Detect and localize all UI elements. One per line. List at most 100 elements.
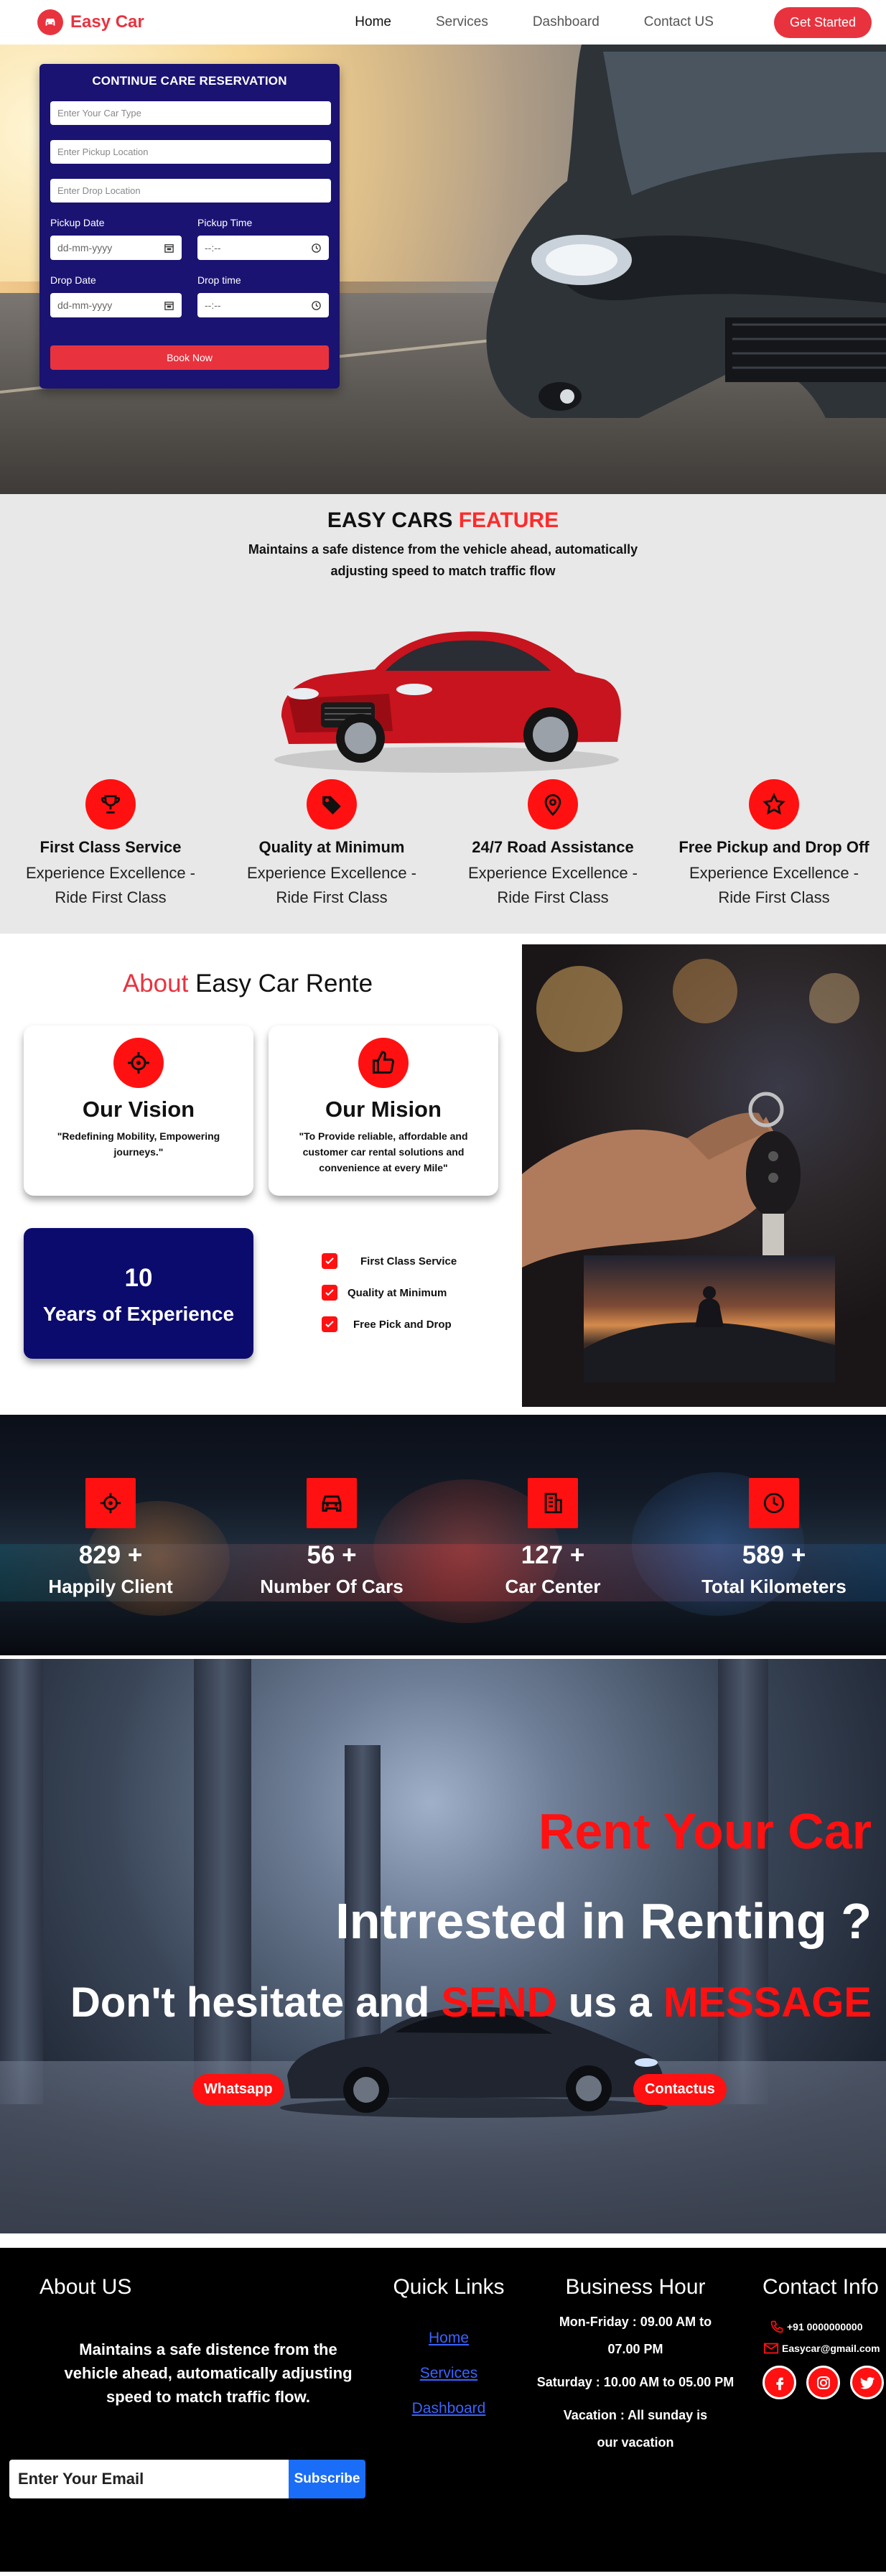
hero-section: CONTINUE CARE RESERVATION Enter Your Car… xyxy=(0,45,886,494)
stat-label: Number Of Cars xyxy=(260,1576,404,1597)
whatsapp-button[interactable]: Whatsapp xyxy=(192,2074,284,2105)
rent-message-a: Don't hesitate and xyxy=(70,1979,430,2026)
features-title-a: EASY CARS xyxy=(327,508,453,532)
footer-phone[interactable]: +91 0000000000 xyxy=(770,2320,885,2334)
footer-contact: Contact Info +91 0000000000 Easycar@gmai… xyxy=(763,2275,885,2399)
rent-message: Don't hesitate and SEND us a MESSAGE xyxy=(70,1979,872,2027)
footer: About US Maintains a safe distence from … xyxy=(0,2248,886,2572)
pickup-time-input[interactable]: --:-- xyxy=(197,236,329,260)
feature-desc: Experience Excellence - Ride First Class xyxy=(25,864,195,906)
footer-link-dashboard[interactable]: Dashboard xyxy=(388,2400,510,2417)
drop-location-input[interactable]: Enter Drop Location xyxy=(50,179,331,203)
brand[interactable]: Easy Car xyxy=(37,9,144,35)
trophy-icon xyxy=(85,779,136,829)
footer-hour-vacation: Vacation : All sunday is our vacation xyxy=(563,2408,708,2450)
drop-time-input[interactable]: --:-- xyxy=(197,293,329,317)
drop-date-label: Drop Date xyxy=(50,274,96,286)
footer-contact-title: Contact Info xyxy=(763,2275,879,2299)
target-icon xyxy=(85,1478,136,1528)
vision-card: Our Vision "Redefining Mobility, Empower… xyxy=(24,1026,253,1196)
hero-car-image xyxy=(486,45,886,418)
phone-icon xyxy=(770,2320,783,2333)
footer-quick-links: Quick Links Home Services Dashboard xyxy=(388,2275,510,2417)
features-section: EASY CARS FEATURE Maintains a safe diste… xyxy=(0,494,886,934)
feature-item: 24/7 Road Assistance Experience Excellen… xyxy=(442,779,663,910)
car-keys-photo xyxy=(522,944,886,1407)
feature-title: Quality at Minimum xyxy=(258,838,405,856)
calendar-icon xyxy=(164,243,174,253)
twitter-icon[interactable] xyxy=(850,2366,884,2399)
about-checklist: First Class Service Quality at Minimum F… xyxy=(322,1253,457,1348)
stat-item: 127 + Car Center xyxy=(442,1478,663,1598)
rent-section: Rent Your Car Intrrested in Renting ? Do… xyxy=(0,1659,886,2233)
stat-label: Car Center xyxy=(505,1576,601,1597)
experience-number: 10 xyxy=(124,1264,153,1292)
vision-title: Our Vision xyxy=(82,1097,195,1122)
brand-name: Easy Car xyxy=(70,12,144,32)
nav-link-home[interactable]: Home xyxy=(355,14,391,30)
drop-time-label: Drop time xyxy=(197,274,241,286)
stat-number: 589 + xyxy=(742,1541,806,1569)
red-audi-image xyxy=(274,631,621,773)
feature-title: Free Pickup and Drop Off xyxy=(679,838,869,856)
facebook-icon[interactable] xyxy=(763,2366,796,2399)
sunset-car-inset xyxy=(584,1255,835,1382)
car-type-input[interactable]: Enter Your Car Type xyxy=(50,101,331,125)
subscribe-form: Enter Your Email Subscribe xyxy=(9,2460,365,2498)
features-subtitle: Maintains a safe distence from the vehic… xyxy=(248,542,638,578)
footer-link-home[interactable]: Home xyxy=(388,2330,510,2347)
experience-label: Years of Experience xyxy=(42,1303,235,1325)
calendar-icon xyxy=(164,301,174,310)
map-pin-icon xyxy=(528,779,578,829)
car-logo-icon xyxy=(37,9,63,35)
check-label: First Class Service xyxy=(360,1255,457,1268)
footer-hour-weekday: Mon-Friday : 09.00 AM to 07.00 PM xyxy=(559,2315,712,2356)
stat-item: 56 + Number Of Cars xyxy=(221,1478,442,1598)
clock-icon xyxy=(312,300,321,310)
feature-item: First Class Service Experience Excellenc… xyxy=(0,779,221,910)
pickup-location-input[interactable]: Enter Pickup Location xyxy=(50,140,331,164)
subscribe-button[interactable]: Subscribe xyxy=(289,2460,365,2498)
drop-date-input[interactable]: dd-mm-yyyy xyxy=(50,293,182,317)
footer-business-hours: Business Hour Mon-Friday : 09.00 AM to 0… xyxy=(531,2275,740,2456)
rent-message-send: SEND xyxy=(441,1979,557,2026)
navbar: Easy Car Home Services Dashboard Contact… xyxy=(0,0,886,45)
nav-link-dashboard[interactable]: Dashboard xyxy=(533,14,600,30)
nav-link-services[interactable]: Services xyxy=(436,14,488,30)
feature-item: Quality at Minimum Experience Excellence… xyxy=(221,779,442,910)
about-title-b: Easy Car Rente xyxy=(195,970,373,998)
footer-email-text: Easycar@gmail.com xyxy=(782,2343,880,2354)
footer-link-services[interactable]: Services xyxy=(388,2365,510,2382)
footer-links-title: Quick Links xyxy=(393,2275,505,2299)
pickup-time-value: --:-- xyxy=(205,242,221,254)
stat-label: Happily Client xyxy=(48,1576,173,1597)
feature-desc: Experience Excellence - Ride First Class xyxy=(246,864,416,906)
stats-list: 829 + Happily Client 56 + Number Of Cars… xyxy=(0,1478,886,1598)
feature-title: 24/7 Road Assistance xyxy=(472,838,634,856)
about-title-a: About xyxy=(122,970,189,998)
nav-link-contact[interactable]: Contact US xyxy=(644,14,714,30)
mission-title: Our Mision xyxy=(325,1097,442,1122)
pickup-time-label: Pickup Time xyxy=(197,217,253,228)
book-now-button[interactable]: Book Now xyxy=(50,345,329,370)
footer-hour-saturday: Saturday : 10.00 AM to 05.00 PM xyxy=(536,2375,735,2389)
social-links xyxy=(763,2366,885,2399)
clock-icon xyxy=(312,243,321,253)
subscribe-email-input[interactable]: Enter Your Email xyxy=(9,2460,289,2498)
mission-card: Our Mision "To Provide reliable, afforda… xyxy=(269,1026,498,1196)
stat-item: 589 + Total Kilometers xyxy=(663,1478,885,1598)
building-icon xyxy=(528,1478,578,1528)
footer-email[interactable]: Easycar@gmail.com xyxy=(763,2341,885,2356)
hand-holding-keys-icon xyxy=(522,1092,801,1268)
get-started-button[interactable]: Get Started xyxy=(773,6,872,38)
contact-us-button[interactable]: Contactus xyxy=(633,2074,727,2105)
features-title-b: FEATURE xyxy=(458,508,559,532)
stat-label: Total Kilometers xyxy=(701,1576,847,1597)
pickup-date-label: Pickup Date xyxy=(50,217,105,228)
instagram-icon[interactable] xyxy=(806,2366,840,2399)
about-section: About Easy Car Rente Our Vision "Redefin… xyxy=(0,944,886,1415)
booking-title: CONTINUE CARE RESERVATION xyxy=(92,74,287,88)
feature-desc: Experience Excellence - Ride First Class xyxy=(689,864,859,906)
feature-desc: Experience Excellence - Ride First Class xyxy=(467,864,638,906)
pickup-date-input[interactable]: dd-mm-yyyy xyxy=(50,236,182,260)
